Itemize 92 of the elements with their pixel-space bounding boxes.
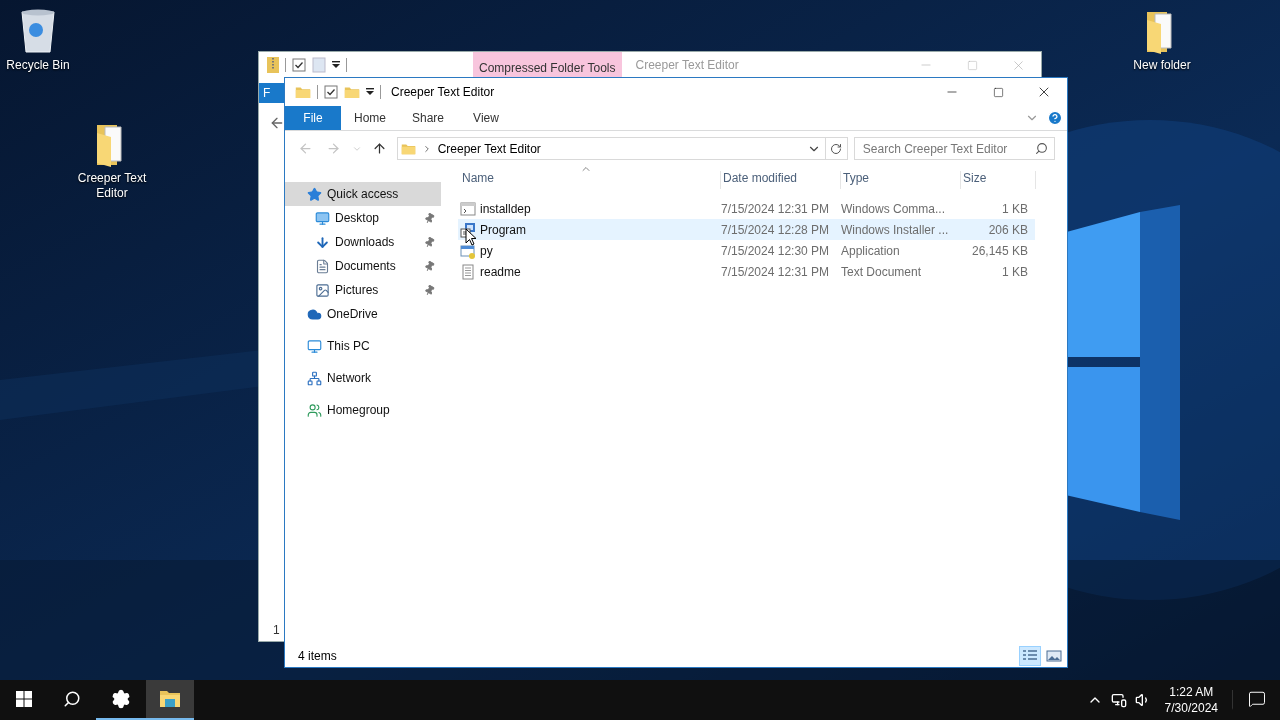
ribbon-tab[interactable]: Share [399, 106, 457, 130]
recycle-bin-icon [18, 8, 58, 54]
computer-icon [307, 338, 322, 354]
nav-item[interactable]: Downloads [285, 230, 441, 254]
search-field[interactable]: Search Creeper Text Editor [853, 137, 1055, 160]
settings-icon [111, 689, 131, 709]
status-text: 4 items [298, 648, 337, 663]
date-cell-text: 7/15/2024 12:30 PM [721, 243, 831, 258]
size-cell-text: 1 KB [1001, 264, 1029, 279]
nav-item[interactable]: Desktop [285, 206, 441, 230]
column-header[interactable]: Date modified [721, 171, 841, 189]
application-icon [460, 242, 476, 259]
nav-item[interactable]: Pictures [285, 278, 441, 302]
window-title: Creeper Text Editor [635, 58, 739, 72]
maximize-icon [992, 86, 1004, 98]
picture-icon [315, 282, 330, 298]
folder-icon [295, 85, 311, 99]
file-row[interactable]: readme 7/15/2024 12:31 PM Text Document 1 KB [458, 261, 1035, 282]
nav-item[interactable]: This PC [285, 334, 441, 358]
nav-item[interactable]: Documents [285, 254, 441, 278]
clock[interactable]: 1:22 AM 7/30/2024 [1164, 684, 1218, 716]
dropdown-icon [332, 61, 340, 69]
file-tab[interactable]: F [259, 83, 285, 103]
text-file-icon [460, 263, 476, 280]
file-row[interactable]: py 7/15/2024 12:30 PM Application 26,145 KB [458, 240, 1035, 261]
checkmark-icon [324, 85, 338, 99]
size-cell-text: 206 KB [987, 222, 1029, 237]
size-cell-text: 26,145 KB [970, 243, 1029, 258]
file-row[interactable]: installdep 7/15/2024 12:31 PM Windows Comma... 1 KB [458, 198, 1035, 219]
windows-logo-icon [16, 691, 32, 707]
forward-arrow-icon [326, 141, 342, 156]
maximize-icon [966, 59, 978, 71]
large-icons-icon [1046, 648, 1062, 663]
homegroup-icon [307, 402, 322, 418]
file-tab[interactable]: File [285, 106, 341, 130]
network-icon [307, 370, 322, 386]
clock-time: 1:22 AM [1169, 684, 1214, 700]
type-cell-text: Windows Installer ... [841, 222, 950, 237]
file-row[interactable]: Program 7/15/2024 12:28 PM Windows Installer ... 206 KB [458, 219, 1035, 240]
network-icon[interactable] [1110, 692, 1127, 708]
type-cell-text: Windows Comma... [841, 201, 947, 216]
help-icon[interactable] [1047, 110, 1063, 126]
speech-bubble-icon [1247, 690, 1266, 708]
cloud-icon [307, 306, 322, 322]
file-name: Program [480, 222, 526, 237]
column-header[interactable]: Name [460, 171, 721, 189]
contextual-tab[interactable]: Compressed Folder Tools [473, 52, 622, 78]
ribbon-tab[interactable]: View [457, 106, 515, 130]
status-text: 1 [272, 623, 281, 637]
column-header[interactable]: Size [961, 171, 1036, 189]
date-cell-text: 7/15/2024 12:28 PM [721, 222, 831, 237]
nav-item[interactable]: Network [285, 366, 441, 390]
size-cell-text: 1 KB [1001, 201, 1029, 216]
file-name: installdep [480, 201, 531, 216]
refresh-icon [830, 142, 843, 155]
back-arrow-icon[interactable] [269, 115, 285, 131]
file-name: py [480, 243, 493, 258]
icon-label: Recycle Bin [6, 58, 70, 73]
mouse-cursor-icon [465, 228, 477, 246]
clock-date: 7/30/2024 [1164, 700, 1218, 716]
icon-label: New folder [1133, 58, 1191, 73]
folder-icon [400, 142, 416, 155]
type-cell-text: Application [841, 243, 901, 258]
details-view-button[interactable] [1019, 645, 1041, 666]
file-explorer-button[interactable] [146, 680, 194, 720]
file-name: readme [480, 264, 521, 279]
nav-item[interactable]: Homegroup [285, 398, 441, 422]
monitor-icon [315, 210, 330, 226]
document-icon [315, 258, 330, 274]
column-header[interactable]: Type [841, 171, 961, 189]
ribbon-tab[interactable]: Home [341, 106, 399, 130]
type-cell-text: Text Document [841, 264, 923, 279]
nav-item[interactable]: Quick access [285, 182, 441, 206]
download-icon [315, 234, 330, 250]
star-icon [307, 186, 322, 202]
nav-item[interactable]: OneDrive [285, 302, 441, 326]
details-list-icon [1022, 648, 1038, 663]
icon-label: Creeper Text Editor [76, 171, 148, 201]
blank-page-icon [312, 57, 326, 73]
address-bar[interactable]: Creeper Text Editor [396, 137, 826, 160]
date-cell-text: 7/15/2024 12:31 PM [721, 201, 831, 216]
window-title: Creeper Text Editor [391, 85, 495, 99]
zip-folder-icon [267, 57, 279, 73]
date-cell-text: 7/15/2024 12:31 PM [721, 264, 831, 279]
file-explorer-icon [159, 690, 181, 708]
folder-icon [344, 85, 360, 99]
search-icon [1035, 142, 1048, 155]
checkmark-icon [292, 58, 306, 72]
terminal-file-icon [460, 200, 476, 217]
refresh-button[interactable] [825, 137, 848, 160]
dropdown-icon [366, 88, 374, 96]
search-icon [63, 690, 81, 708]
